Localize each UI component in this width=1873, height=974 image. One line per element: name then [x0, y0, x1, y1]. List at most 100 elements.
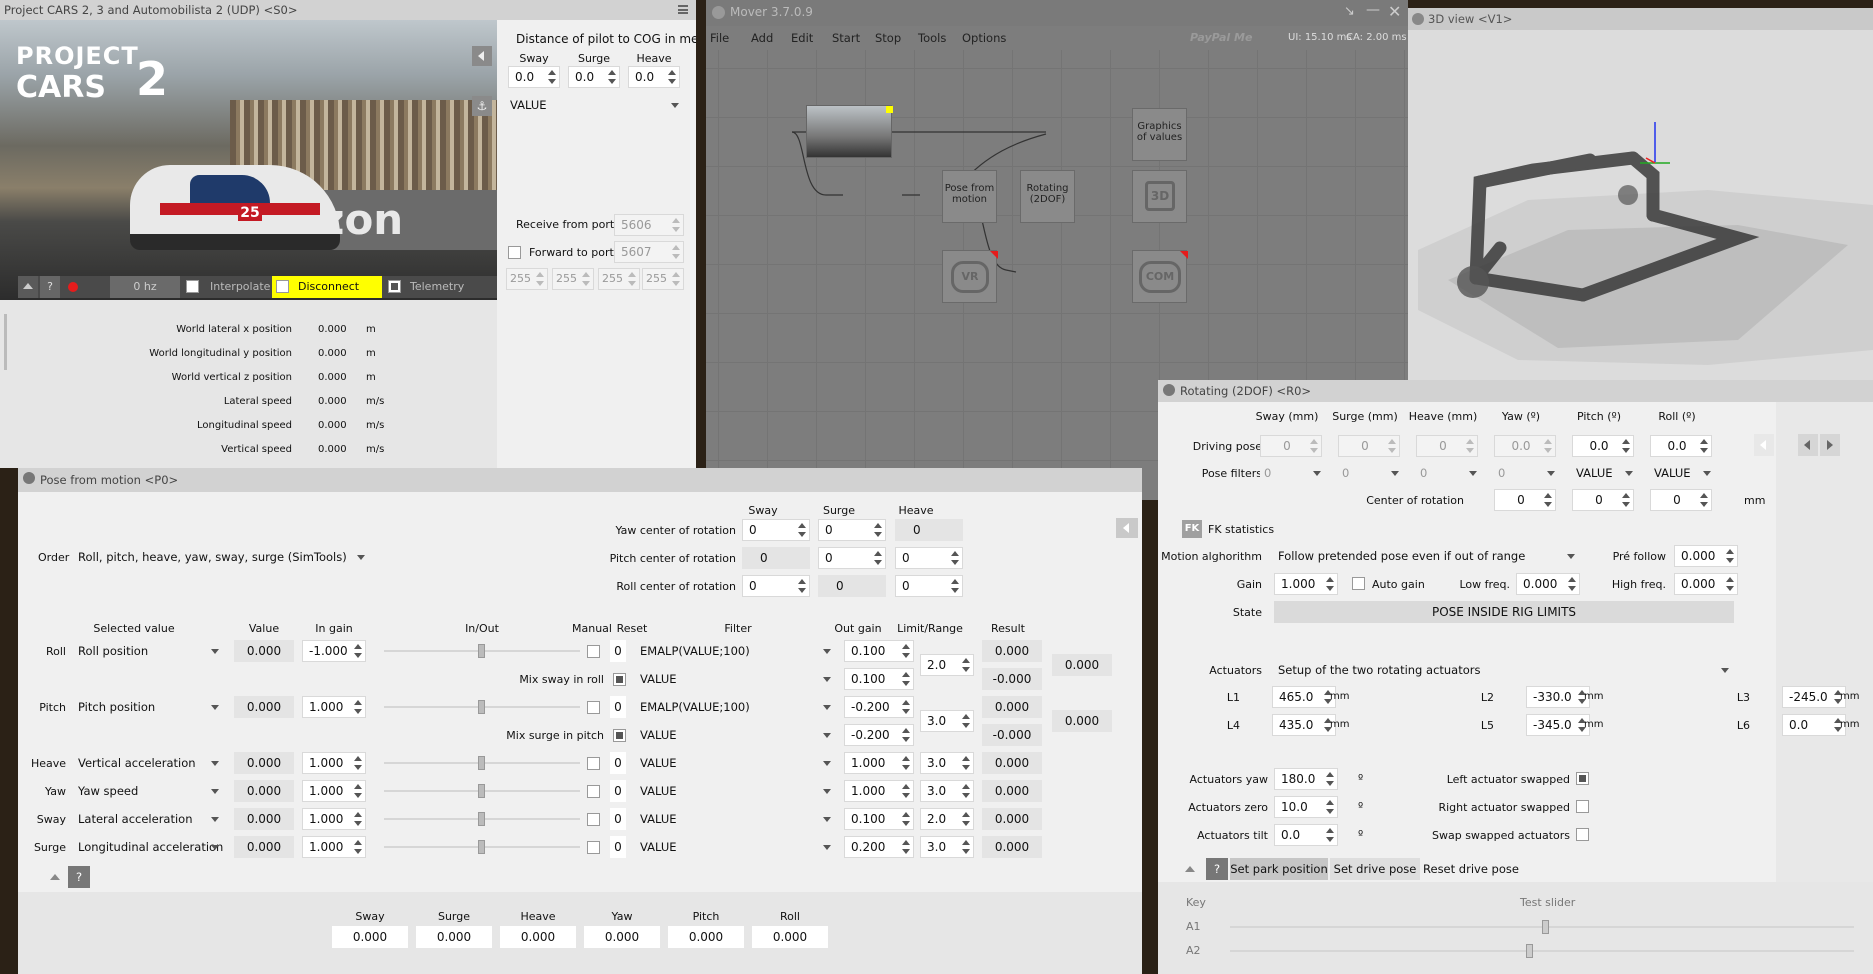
pitch-limit-input[interactable]: 3.0 [920, 710, 974, 732]
selected-value-select[interactable]: Longitudinal acceleration [74, 836, 224, 858]
filter-select[interactable]: VALUE [636, 836, 836, 858]
center-input[interactable]: 0 [895, 547, 963, 569]
pose-filter-select[interactable]: 0 [1338, 462, 1404, 484]
pose-filter-select[interactable]: VALUE [1572, 462, 1638, 484]
motion-algorithm-select[interactable]: Follow pretended pose even if out of ran… [1274, 545, 1580, 567]
rotating-help-button[interactable]: ? [1206, 858, 1228, 880]
limit-input[interactable]: 3.0 [920, 780, 974, 802]
out-gain-input[interactable]: 1.000 [844, 780, 914, 802]
mix-checkbox[interactable] [613, 673, 626, 686]
reset-button[interactable]: 0 [610, 640, 626, 662]
center-input[interactable]: 0 [895, 575, 963, 597]
source-node[interactable] [806, 105, 893, 158]
filter-select[interactable]: VALUE [636, 724, 836, 746]
in-out-slider[interactable] [384, 700, 580, 714]
selected-value-select[interactable]: Pitch position [74, 696, 224, 718]
out-gain-input[interactable]: 0.100 [844, 808, 914, 830]
rot-center-input[interactable]: 0 [1494, 489, 1556, 511]
ip-octet-4[interactable]: 255 [642, 268, 684, 290]
reset-button[interactable]: 0 [610, 752, 626, 774]
order-select[interactable]: Roll, pitch, heave, yaw, sway, surge (Si… [74, 546, 370, 568]
ip-octet-1[interactable]: 255 [506, 268, 548, 290]
act_zero-input[interactable]: 10.0 [1274, 796, 1338, 818]
high-freq-input[interactable]: 0.000 [1674, 573, 1738, 595]
set-drive-pose-button[interactable]: Set drive pose [1330, 858, 1420, 880]
filter-select[interactable]: VALUE [636, 668, 836, 690]
help-button[interactable]: ? [40, 276, 60, 298]
out-gain-input[interactable]: -0.200 [844, 696, 914, 718]
mover-menu-add[interactable]: Add [751, 31, 773, 45]
length-input[interactable]: 465.0 [1272, 686, 1336, 708]
paypal-link[interactable]: PayPal Me [1190, 31, 1252, 44]
minimize-window-icon[interactable]: — [1366, 2, 1380, 18]
out-gain-input[interactable]: 1.000 [844, 752, 914, 774]
filter-select[interactable]: VALUE [636, 752, 836, 774]
mover-menu-stop[interactable]: Stop [875, 31, 901, 45]
reset-drive-pose-button[interactable]: Reset drive pose [1422, 858, 1520, 880]
set-park-position-button[interactable]: Set park position [1230, 858, 1328, 880]
driving-pose-input[interactable]: 0 [1260, 435, 1322, 457]
telemetry-scrollbar[interactable] [4, 314, 7, 370]
com-node[interactable]: COM [1132, 250, 1188, 303]
pose-help-button[interactable]: ? [68, 866, 90, 888]
out-gain-input[interactable]: 0.200 [844, 836, 914, 858]
auto-gain-checkbox[interactable] [1352, 577, 1365, 590]
collapse-up-icon[interactable] [18, 276, 38, 298]
in-out-slider[interactable] [384, 644, 580, 658]
center-input[interactable]: 0 [742, 575, 810, 597]
low-freq-input[interactable]: 0.000 [1516, 573, 1580, 595]
act_yaw-input[interactable]: 180.0 [1274, 768, 1338, 790]
rotating-nav-prev-icon[interactable] [1798, 434, 1818, 456]
filter-select[interactable]: VALUE [636, 808, 836, 830]
filter-select[interactable]: EMALP(VALUE;100) [636, 640, 836, 662]
mix-checkbox[interactable] [613, 729, 626, 742]
in-gain-input[interactable]: 1.000 [302, 696, 366, 718]
act_tilt-input[interactable]: 0.0 [1274, 824, 1338, 846]
cog-surge-input[interactable]: 0.0 [568, 66, 620, 88]
in-gain-input[interactable]: 1.000 [302, 836, 366, 858]
mover-menu-start[interactable]: Start [832, 31, 860, 45]
pose-node[interactable]: Pose from motion [942, 170, 997, 223]
filter-select[interactable]: EMALP(VALUE;100) [636, 696, 836, 718]
a1-test-slider[interactable] [1230, 920, 1854, 934]
reset-button[interactable]: 0 [610, 808, 626, 830]
cog-filter-select[interactable]: VALUE [506, 94, 684, 116]
center-input[interactable]: 0 [818, 547, 886, 569]
limit-input[interactable]: 3.0 [920, 836, 974, 858]
out-gain-input[interactable]: -0.200 [844, 724, 914, 746]
driving-pose-input[interactable]: 0 [1416, 435, 1478, 457]
driving-pose-input[interactable]: 0.0 [1572, 435, 1634, 457]
manual-checkbox[interactable] [587, 813, 600, 826]
in-gain-input[interactable]: 1.000 [302, 780, 366, 802]
receive-port-input[interactable]: 5606 [614, 214, 684, 236]
pose-filter-select[interactable]: 0 [1416, 462, 1482, 484]
length-input[interactable]: -345.0 [1526, 714, 1590, 736]
center-input[interactable]: 0 [742, 519, 810, 541]
length-input[interactable]: 0.0 [1782, 714, 1846, 736]
out-gain-input[interactable]: 0.100 [844, 668, 914, 690]
filter-select[interactable]: VALUE [636, 780, 836, 802]
swap_swapped-checkbox[interactable] [1576, 828, 1589, 841]
reset-button[interactable]: 0 [610, 780, 626, 802]
forward-port-input[interactable]: 5607 [614, 241, 684, 263]
three-d-node[interactable]: 3D [1132, 170, 1187, 223]
ip-octet-3[interactable]: 255 [598, 268, 640, 290]
selected-value-select[interactable]: Yaw speed [74, 780, 224, 802]
in-out-slider[interactable] [384, 840, 580, 854]
driving-pose-input[interactable]: 0.0 [1650, 435, 1712, 457]
selected-value-select[interactable]: Lateral acceleration [74, 808, 224, 830]
gain-input[interactable]: 1.000 [1274, 573, 1338, 595]
prefollow-input[interactable]: 0.000 [1674, 545, 1738, 567]
rot-center-input[interactable]: 0 [1572, 489, 1634, 511]
mover-menu-options[interactable]: Options [962, 31, 1006, 45]
forward-port-checkbox[interactable] [508, 246, 521, 259]
right_swapped-checkbox[interactable] [1576, 800, 1589, 813]
a2-test-slider[interactable] [1230, 944, 1854, 958]
limit-input[interactable]: 2.0 [920, 808, 974, 830]
mover-menu-tools[interactable]: Tools [918, 31, 946, 45]
selected-value-select[interactable]: Vertical acceleration [74, 752, 224, 774]
reset-button[interactable]: 0 [610, 836, 626, 858]
collapse-left-button[interactable] [472, 46, 492, 66]
cog-sway-input[interactable]: 0.0 [508, 66, 560, 88]
pose-collapse-button[interactable] [1116, 518, 1138, 538]
